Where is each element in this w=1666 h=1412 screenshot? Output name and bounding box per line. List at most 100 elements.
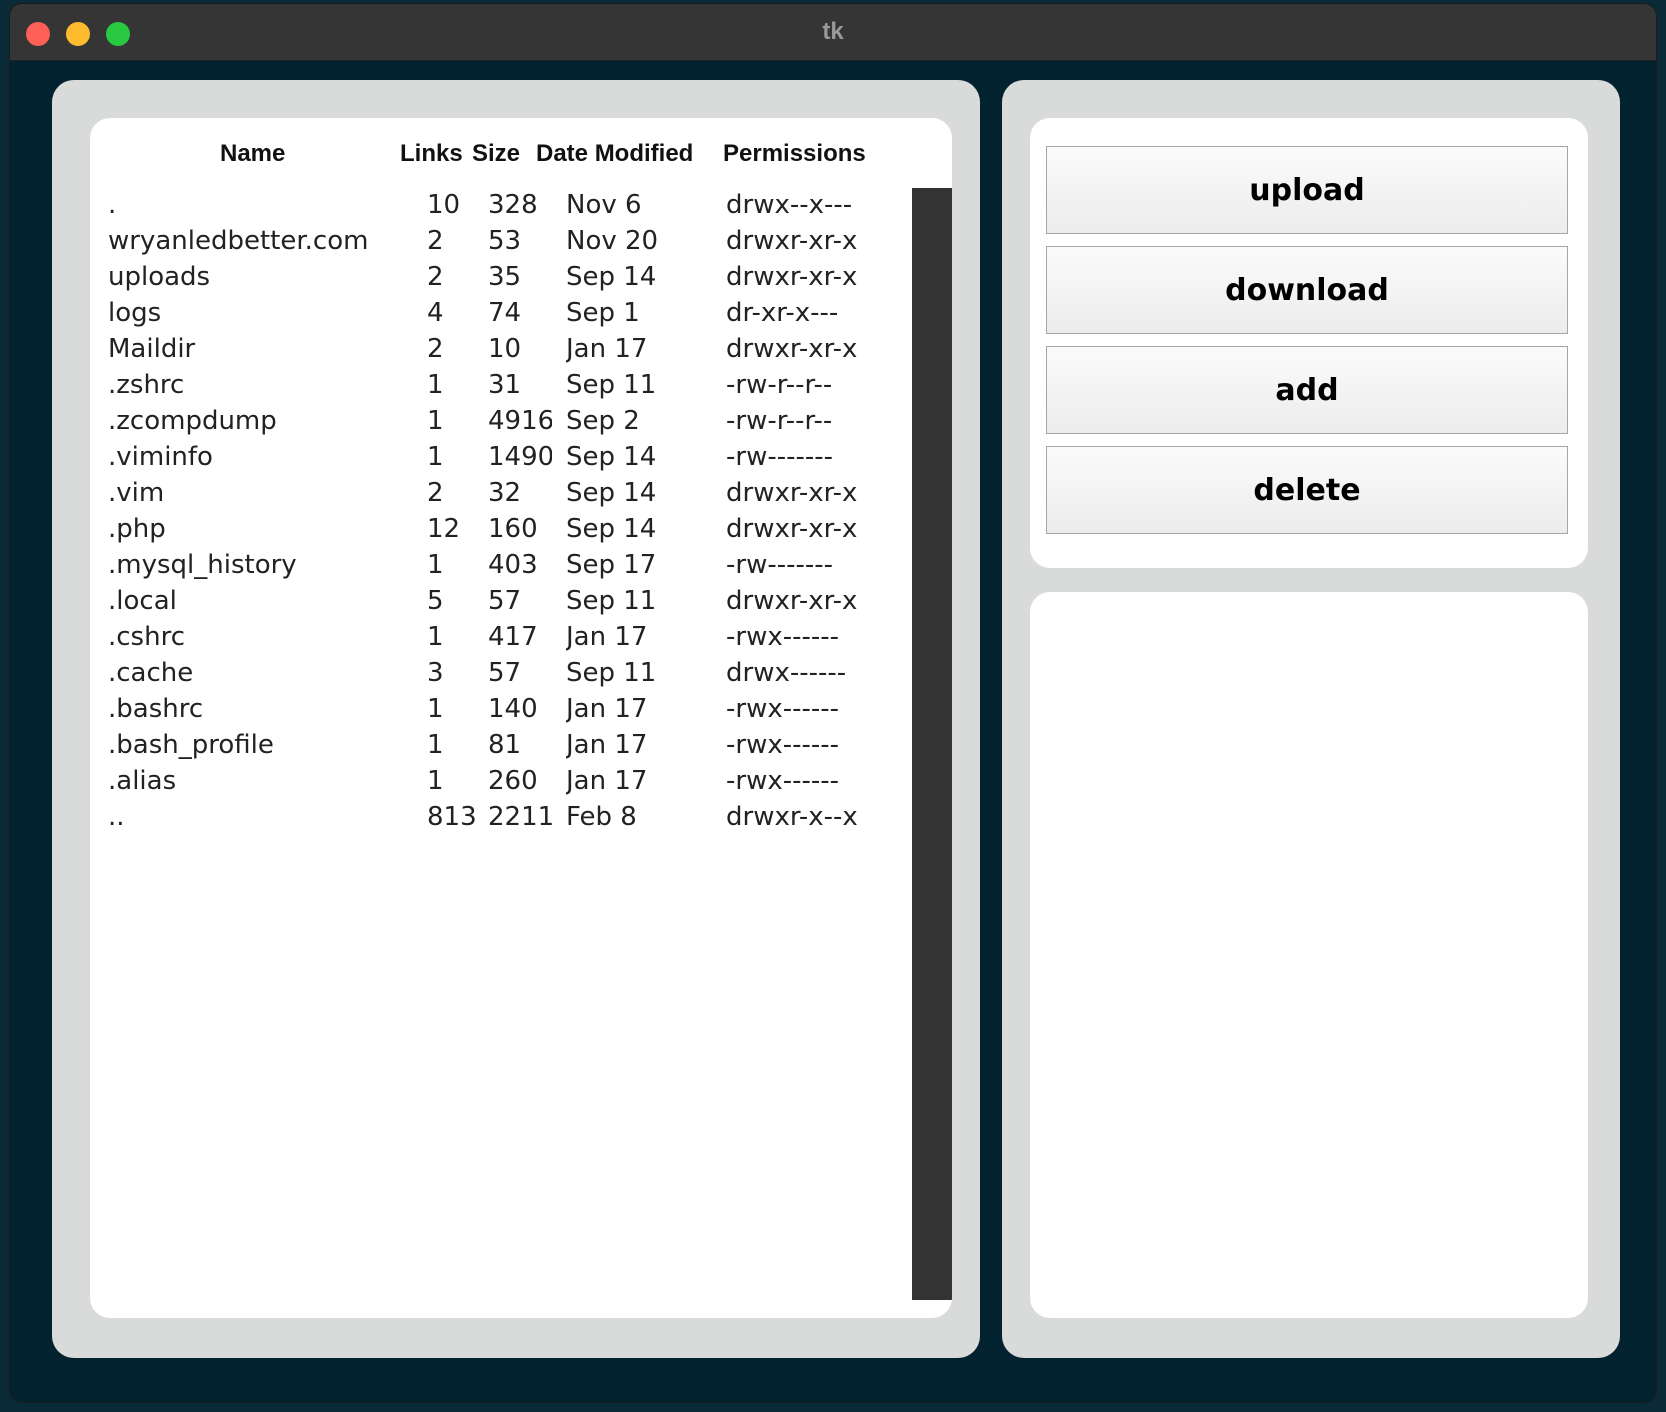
links-cell: 3 (427, 658, 444, 688)
file-rows: . 10 328 Nov 6 drwx--x--- wryanledbetter.com 2… (90, 188, 910, 836)
size-cell: 160 (488, 514, 538, 544)
column-header-size[interactable]: Size (472, 140, 520, 168)
column-header-date-modified[interactable]: Date Modified (536, 140, 693, 168)
permissions-cell: -rw------- (726, 442, 834, 472)
file-row[interactable]: Maildir 2 10 Jan 17 drwxr-xr-x (90, 332, 910, 368)
file-row[interactable]: . 10 328 Nov 6 drwx--x--- (90, 188, 910, 224)
permissions-cell: -rw-r--r-- (726, 370, 833, 400)
file-name-cell: .mysql_history (108, 550, 297, 580)
file-row[interactable]: wryanledbetter.com 2 53 Nov 20 drwxr-xr-x (90, 224, 910, 260)
date-modified-cell: Sep 1 (566, 298, 640, 328)
file-name-cell: .local (108, 586, 177, 616)
permissions-cell: drwxr-xr-x (726, 478, 858, 508)
size-cell: 32 (488, 478, 522, 508)
date-modified-cell: Sep 14 (566, 514, 657, 544)
links-cell: 10 (427, 190, 461, 220)
permissions-cell: drwx--x--- (726, 190, 853, 220)
app-window: tk Name Links Size Date Modified Permiss… (10, 4, 1656, 1402)
file-name-cell: .vim (108, 478, 165, 508)
date-modified-cell: Sep 11 (566, 370, 657, 400)
file-row[interactable]: .zshrc 1 31 Sep 11 -rw-r--r-- (90, 368, 910, 404)
size-cell: 10 (488, 334, 522, 364)
size-cell: 53 (488, 226, 522, 256)
column-header-name[interactable]: Name (220, 140, 285, 168)
date-modified-cell: Feb 8 (566, 802, 637, 832)
window-title: tk (822, 18, 844, 45)
size-cell: 22118 (488, 802, 552, 832)
file-row[interactable]: .. 813 22118 Feb 8 drwxr-x--x (90, 800, 910, 836)
links-cell: 1 (427, 766, 444, 796)
permissions-cell: -rwx------ (726, 622, 840, 652)
file-row[interactable]: .mysql_history 1 403 Sep 17 -rw------- (90, 548, 910, 584)
links-cell: 5 (427, 586, 444, 616)
file-row[interactable]: .php 12 160 Sep 14 drwxr-xr-x (90, 512, 910, 548)
links-cell: 2 (427, 226, 444, 256)
file-row[interactable]: .vim 2 32 Sep 14 drwxr-xr-x (90, 476, 910, 512)
file-name-cell: .alias (108, 766, 177, 796)
links-cell: 4 (427, 298, 444, 328)
file-name-cell: .zshrc (108, 370, 185, 400)
date-modified-cell: Sep 2 (566, 406, 640, 436)
permissions-cell: drwxr-xr-x (726, 586, 858, 616)
file-row[interactable]: logs 4 74 Sep 1 dr-xr-x--- (90, 296, 910, 332)
links-cell: 2 (427, 262, 444, 292)
permissions-cell: -rwx------ (726, 694, 840, 724)
file-row[interactable]: .alias 1 260 Jan 17 -rwx------ (90, 764, 910, 800)
links-cell: 2 (427, 478, 444, 508)
file-row[interactable]: .bash_profile 1 81 Jan 17 -rwx------ (90, 728, 910, 764)
delete-button[interactable]: delete (1046, 446, 1568, 534)
date-modified-cell: Jan 17 (566, 334, 648, 364)
file-row[interactable]: .viminfo 1 14904 Sep 14 -rw------- (90, 440, 910, 476)
file-row[interactable]: .zcompdump 1 49169 Sep 2 -rw-r--r-- (90, 404, 910, 440)
permissions-cell: drwxr-xr-x (726, 334, 858, 364)
date-modified-cell: Sep 11 (566, 658, 657, 688)
permissions-cell: drwxr-xr-x (726, 514, 858, 544)
file-row[interactable]: .cache 3 57 Sep 11 drwx------ (90, 656, 910, 692)
download-button[interactable]: download (1046, 246, 1568, 334)
file-name-cell: .php (108, 514, 166, 544)
file-name-cell: .zcompdump (108, 406, 277, 436)
links-cell: 1 (427, 622, 444, 652)
add-button[interactable]: add (1046, 346, 1568, 434)
file-name-cell: .viminfo (108, 442, 213, 472)
date-modified-cell: Jan 17 (566, 622, 648, 652)
title-bar[interactable]: tk (10, 4, 1656, 61)
date-modified-cell: Jan 17 (566, 766, 648, 796)
date-modified-cell: Sep 14 (566, 478, 657, 508)
output-area[interactable] (1030, 592, 1588, 1318)
file-row[interactable]: .local 5 57 Sep 11 drwxr-xr-x (90, 584, 910, 620)
scrollbar[interactable] (912, 188, 952, 1300)
links-cell: 1 (427, 694, 444, 724)
size-cell: 14904 (488, 442, 552, 472)
column-header-permissions[interactable]: Permissions (723, 140, 866, 168)
links-cell: 813 (427, 802, 477, 832)
size-cell: 403 (488, 550, 538, 580)
size-cell: 140 (488, 694, 538, 724)
date-modified-cell: Sep 11 (566, 586, 657, 616)
links-cell: 1 (427, 442, 444, 472)
file-row[interactable]: uploads 2 35 Sep 14 drwxr-xr-x (90, 260, 910, 296)
file-list-panel: Name Links Size Date Modified Permission… (52, 80, 980, 1358)
links-cell: 12 (427, 514, 461, 544)
permissions-cell: -rw-r--r-- (726, 406, 833, 436)
permissions-cell: -rwx------ (726, 766, 840, 796)
file-name-cell: .cache (108, 658, 194, 688)
file-name-cell: .. (108, 802, 125, 832)
size-cell: 35 (488, 262, 522, 292)
file-row[interactable]: .bashrc 1 140 Jan 17 -rwx------ (90, 692, 910, 728)
file-row[interactable]: .cshrc 1 417 Jan 17 -rwx------ (90, 620, 910, 656)
size-cell: 49169 (488, 406, 552, 436)
date-modified-cell: Sep 14 (566, 442, 657, 472)
links-cell: 1 (427, 370, 444, 400)
size-cell: 417 (488, 622, 538, 652)
date-modified-cell: Sep 17 (566, 550, 657, 580)
column-header-links[interactable]: Links (400, 140, 463, 168)
permissions-cell: -rw------- (726, 550, 834, 580)
date-modified-cell: Sep 14 (566, 262, 657, 292)
upload-button[interactable]: upload (1046, 146, 1568, 234)
permissions-cell: dr-xr-x--- (726, 298, 839, 328)
permissions-cell: drwxr-xr-x (726, 262, 858, 292)
size-cell: 260 (488, 766, 538, 796)
file-name-cell: .cshrc (108, 622, 185, 652)
links-cell: 1 (427, 550, 444, 580)
